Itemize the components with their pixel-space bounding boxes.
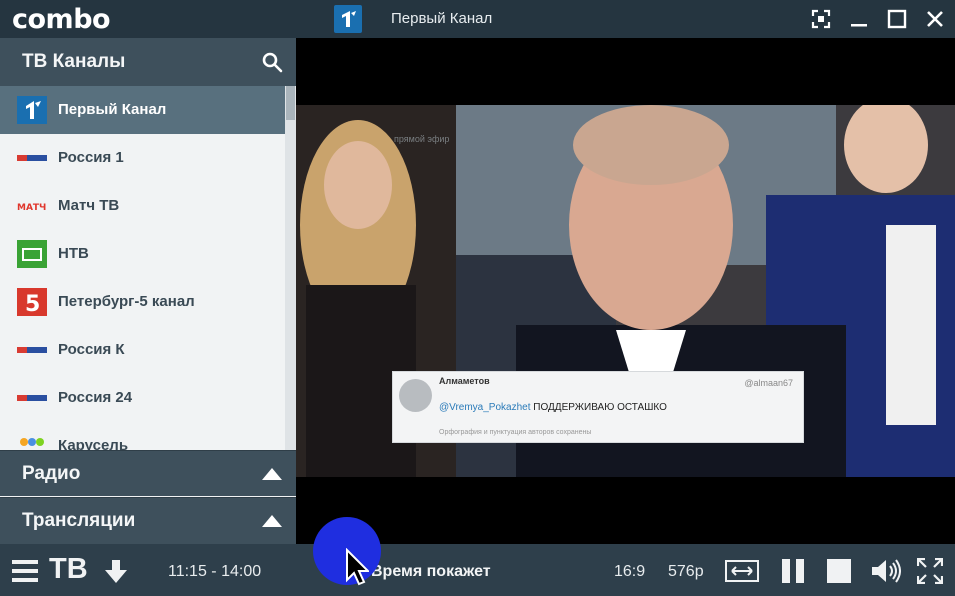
player-control-bar: ТВ 11:15 - 14:00 Время покажет 16:9 576p [0,544,955,596]
tweet-overlay: Алмаметов @almaan67 @Vremya_Pokazhet ПОД… [392,371,804,443]
channel-item-match-tv[interactable]: МАТЧ! Матч ТВ [0,182,285,230]
channel-5-logo-icon: 5 [17,288,47,317]
channel-list-scrollbar[interactable] [285,86,296,450]
tweet-text: @Vremya_Pokazhet ПОДДЕРЖИВАЮ ОСТАШКО [439,402,667,413]
stretch-icon[interactable] [725,558,759,584]
tweet-message: ПОДДЕРЖИВАЮ ОСТАШКО [530,402,667,413]
channel-item-russia-1[interactable]: Россия 1 [0,134,285,182]
channel-sidebar: ТВ Каналы Первый Канал Россия 1 МАТЧ! Ма… [0,38,296,544]
tweet-mention: @Vremya_Pokazhet [439,402,531,413]
russia-1-logo-icon [17,144,47,172]
video-player[interactable]: прямой эфир Алмаметов @almaan67 @Vremya_… [296,38,955,544]
aspect-ratio-button[interactable]: 16:9 [614,563,645,581]
broadcasts-label: Трансляции [22,510,136,531]
channel-item-russia-24[interactable]: Россия 24 [0,374,285,422]
channel-label: Россия 1 [58,149,124,166]
channel-one-logo-icon [17,96,47,124]
mouse-cursor-icon [345,547,371,586]
svg-text:МАТЧ!: МАТЧ! [17,203,47,213]
fullscreen-icon[interactable] [916,557,944,585]
match-tv-logo-icon: МАТЧ! [17,192,50,220]
radio-label: Радио [22,463,81,484]
broadcasts-section[interactable]: Трансляции [0,497,296,544]
tweet-avatar [399,379,432,412]
title-bar: combo Первый Канал [0,0,955,38]
channel-one-logo-icon [334,5,362,33]
maximize-icon[interactable] [885,7,909,31]
russia-k-logo-icon [17,336,47,364]
channel-label: Россия К [58,341,125,358]
volume-icon[interactable] [871,558,901,584]
close-icon[interactable] [923,7,947,31]
tv-channels-label: ТВ Каналы [22,51,126,72]
channel-label: Первый Канал [58,101,167,118]
channel-label: НТВ [58,245,89,262]
expand-up-icon[interactable] [262,515,282,527]
live-watermark: прямой эфир [394,134,450,144]
app-logo: combo [12,4,111,35]
stop-icon[interactable] [826,558,852,584]
channel-item-pervyi[interactable]: Первый Канал [0,86,285,134]
minimize-icon[interactable] [847,7,871,31]
radio-section[interactable]: Радио [0,450,296,496]
tv-channels-header: ТВ Каналы [0,38,296,86]
quality-button[interactable]: 576p [668,563,704,581]
tv-mode-label[interactable]: ТВ [49,553,88,586]
pause-icon[interactable] [780,558,806,584]
karusel-logo-icon [17,432,47,450]
program-time-range: 11:15 - 14:00 [168,563,262,580]
channel-item-karusel[interactable]: Карусель [0,422,285,450]
search-icon[interactable] [261,51,283,73]
channel-label: Матч ТВ [58,197,120,214]
tweet-footer: Орфография и пунктуация авторов сохранен… [439,429,592,436]
channel-item-peterburg-5[interactable]: 5 Петербург-5 канал [0,278,285,326]
channel-label: Карусель [58,437,129,450]
channel-item-russia-k[interactable]: Россия К [0,326,285,374]
menu-icon[interactable] [12,560,38,582]
channel-label: Петербург-5 канал [58,293,195,310]
expand-up-icon[interactable] [262,468,282,480]
scrollbar-thumb[interactable] [286,86,295,120]
tweet-handle: @almaan67 [744,378,793,388]
svg-text:5: 5 [25,292,40,316]
russia-24-logo-icon [17,384,47,412]
ntv-logo-icon [17,240,47,268]
channel-label: Россия 24 [58,389,133,406]
tweet-author: Алмаметов [439,376,490,386]
program-title: Время покажет [371,563,491,580]
restore-icon[interactable] [809,7,833,31]
channel-list: Первый Канал Россия 1 МАТЧ! Матч ТВ НТВ … [0,86,285,450]
channel-item-ntv[interactable]: НТВ [0,230,285,278]
download-icon[interactable] [104,558,128,584]
window-title: Первый Канал [391,10,493,27]
